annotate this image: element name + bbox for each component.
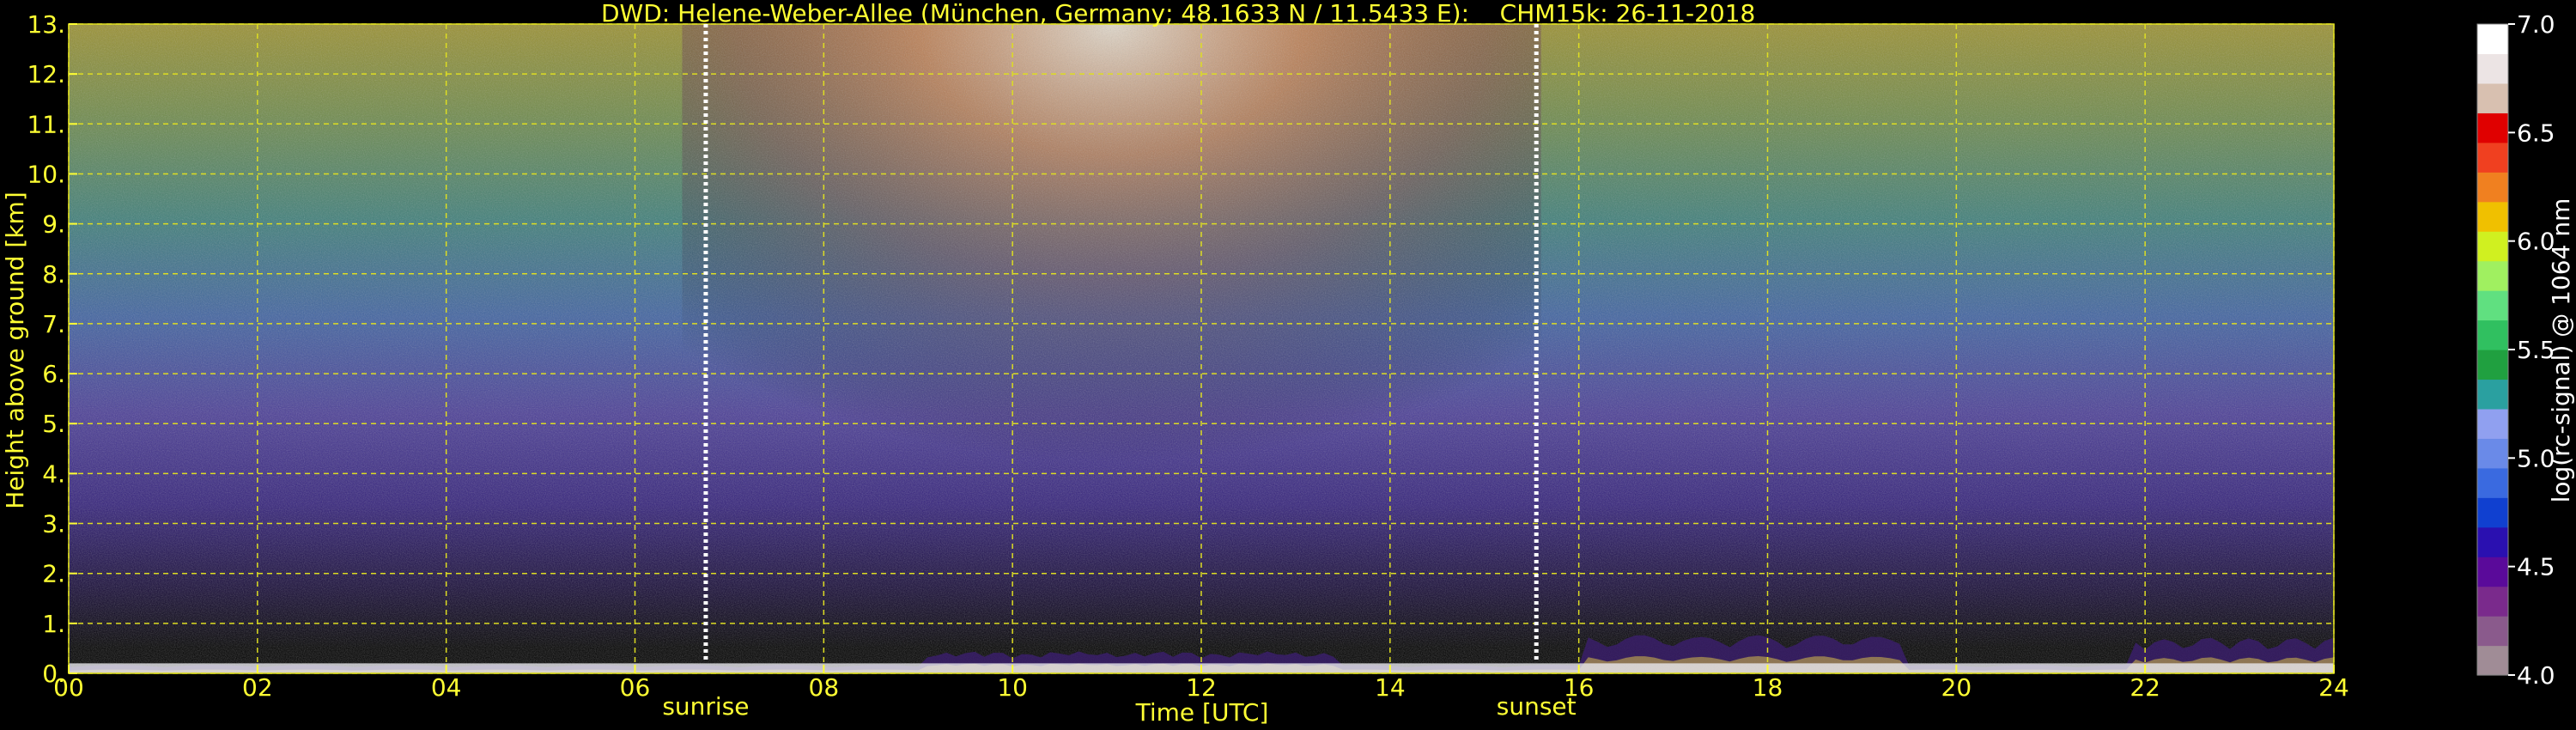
y-tick-label: 6. <box>42 360 65 388</box>
x-tick-label: 24 <box>2318 673 2349 702</box>
x-tick-label: 06 <box>620 673 651 702</box>
chart-title-instrument: CHM15k: 26-11-2018 <box>1499 0 1756 27</box>
y-tick-label: 5. <box>42 410 65 438</box>
y-tick-label: 0. <box>42 660 65 688</box>
x-tick-label: 04 <box>431 673 462 702</box>
y-tick-label: 10. <box>27 160 65 188</box>
y-tick-label: 2. <box>42 560 65 588</box>
x-tick-label: 18 <box>1753 673 1783 702</box>
x-tick-label: 16 <box>1564 673 1595 702</box>
y-tick-label: 1. <box>42 610 65 638</box>
y-tick-label: 7. <box>42 310 65 338</box>
y-tick-label: 11. <box>27 110 65 138</box>
sunrise-label: sunrise <box>662 692 749 721</box>
x-tick-label: 22 <box>2129 673 2160 702</box>
y-axis-title: Height above ground [km] <box>1 192 29 509</box>
y-tick-label: 13. <box>27 10 65 39</box>
x-tick-label: 08 <box>809 673 840 702</box>
y-tick-label: 9. <box>42 210 65 239</box>
colorbar-title: log(rc-signal) @ 1064 nm <box>2547 198 2575 503</box>
y-tick-label: 3. <box>42 510 65 538</box>
y-tick-label: 8. <box>42 260 65 289</box>
x-axis-title: Time [UTC] <box>1135 698 1269 727</box>
x-tick-label: 10 <box>997 673 1028 702</box>
x-tick-label: 02 <box>242 673 273 702</box>
backscatter-plot: sunrise sunset 00 02 04 06 08 10 12 14 16 18 20 22 24… <box>27 10 2349 721</box>
chart-title-station: DWD: Helene-Weber-Allee (München, German… <box>601 0 1470 27</box>
y-tick-label: 4. <box>42 459 65 488</box>
x-tick-label: 20 <box>1941 673 1972 702</box>
chart-title: DWD: Helene-Weber-Allee (München, German… <box>601 0 2061 27</box>
x-tick-label: 14 <box>1375 673 1406 702</box>
y-tick-label: 12. <box>27 60 65 88</box>
